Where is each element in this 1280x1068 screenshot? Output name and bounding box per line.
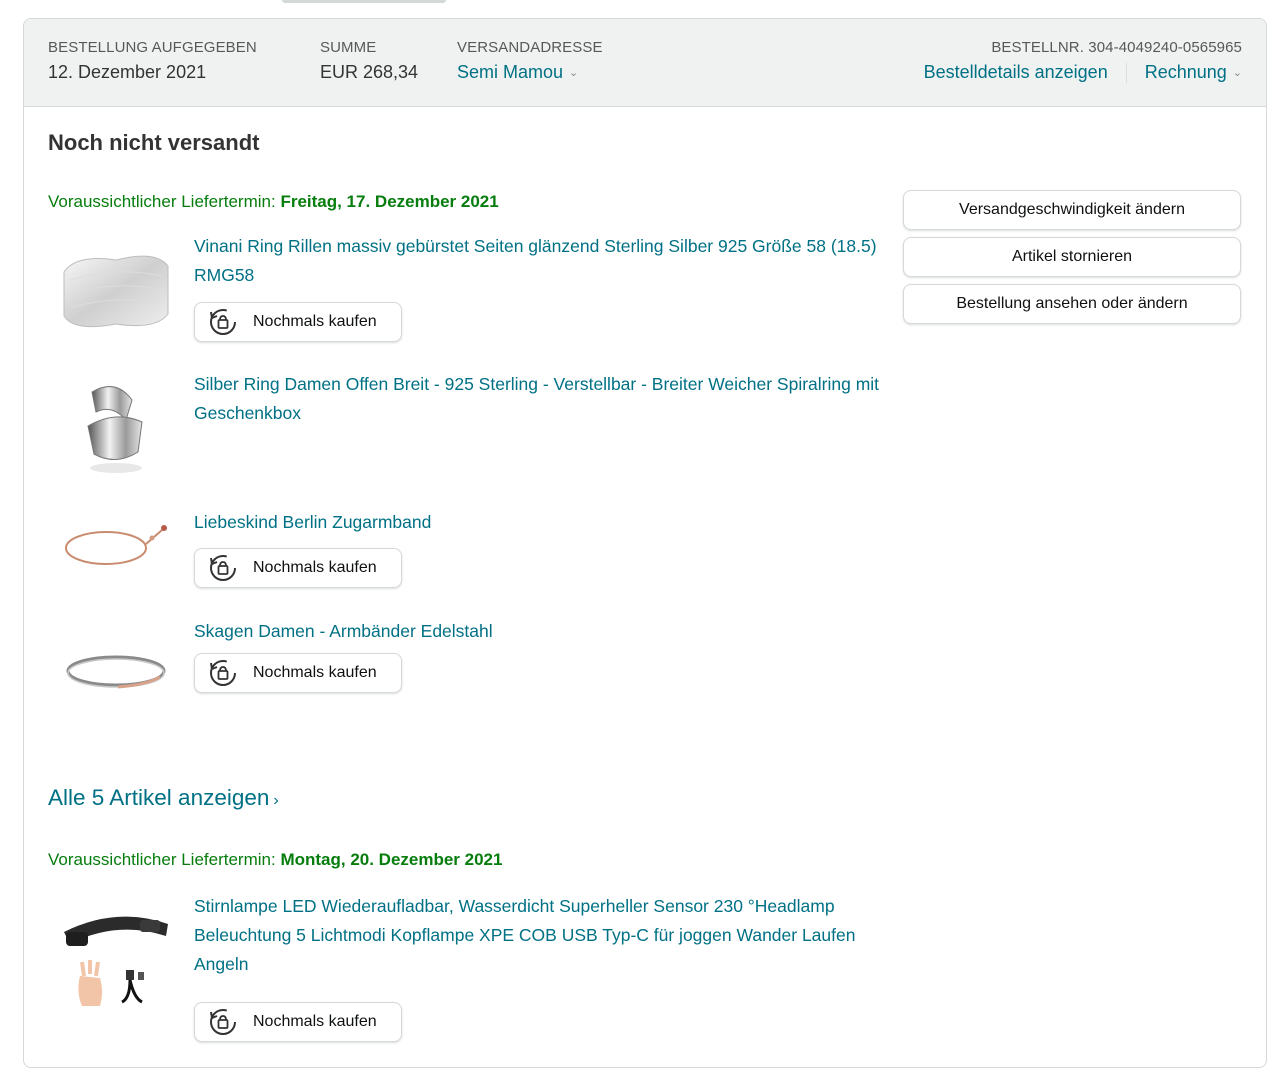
delivery-prefix: Voraussichtlicher Liefertermin: <box>48 192 281 211</box>
buy-again-icon <box>210 555 236 581</box>
ship-to-label: VERSANDADRESSE <box>457 39 603 56</box>
item-title-link[interactable]: Liebeskind Berlin Zugarmband <box>194 508 884 537</box>
shipment-status-title: Noch nicht versandt <box>48 130 260 155</box>
delivery-prefix: Voraussichtlicher Liefertermin: <box>48 850 281 869</box>
order-item: Liebeskind Berlin Zugarmband Nochmals ka… <box>48 508 878 598</box>
order-number-column: BESTELLNR. 304-4049240-0565965 Bestellde… <box>924 39 1242 83</box>
order-item: Vinani Ring Rillen massiv gebürstet Seit… <box>48 232 878 352</box>
change-shipping-speed-button[interactable]: Versandgeschwindigkeit ändern <box>903 190 1241 230</box>
cancel-items-button[interactable]: Artikel stornieren <box>903 237 1241 277</box>
rose-gold-bracelet-image[interactable] <box>56 502 176 582</box>
item-title-link[interactable]: Silber Ring Damen Offen Breit - 925 Ster… <box>194 370 884 428</box>
buy-again-button[interactable]: Nochmals kaufen <box>194 302 402 342</box>
chevron-right-icon: › <box>273 792 279 809</box>
ship-to-name: Semi Mamou <box>457 62 564 82</box>
show-all-items-label: Alle 5 Artikel anzeigen <box>48 785 270 810</box>
buy-again-icon <box>210 660 236 686</box>
order-placed-label: BESTELLUNG AUFGEGEBEN <box>48 39 257 56</box>
order-item: Stirnlampe LED Wiederaufladbar, Wasserdi… <box>48 892 878 1042</box>
buy-again-icon <box>210 1009 236 1035</box>
order-item: Silber Ring Damen Offen Breit - 925 Ster… <box>48 370 879 490</box>
show-all-items-link[interactable]: Alle 5 Artikel anzeigen › <box>48 785 279 811</box>
delivery-date: Montag, 20. Dezember 2021 <box>280 850 503 869</box>
delivery-estimate-2: Voraussichtlicher Liefertermin: Montag, … <box>48 850 502 870</box>
brushed-silver-ring-image[interactable] <box>56 232 176 342</box>
chevron-down-icon: ⌄ <box>1232 67 1242 79</box>
order-actions: Versandgeschwindigkeit ändern Artikel st… <box>903 190 1241 331</box>
order-number: BESTELLNR. 304-4049240-0565965 <box>991 39 1242 56</box>
top-tab-indicator <box>282 0 446 3</box>
headlamp-image[interactable] <box>56 902 176 1022</box>
order-header: BESTELLUNG AUFGEGEBEN 12. Dezember 2021 … <box>24 19 1266 107</box>
buy-again-label: Nochmals kaufen <box>253 1013 377 1030</box>
buy-again-label: Nochmals kaufen <box>253 313 377 330</box>
item-title-link[interactable]: Skagen Damen - Armbänder Edelstahl <box>194 617 884 646</box>
steel-bangle-image[interactable] <box>56 627 176 707</box>
order-total-value: EUR 268,34 <box>320 62 419 82</box>
buy-again-button[interactable]: Nochmals kaufen <box>194 548 402 588</box>
invoice-label: Rechnung <box>1144 62 1227 82</box>
buy-again-label: Nochmals kaufen <box>253 664 377 681</box>
delivery-estimate-1: Voraussichtlicher Liefertermin: Freitag,… <box>48 192 499 212</box>
order-links: Bestelldetails anzeigen Rechnung ⌄ <box>924 62 1242 83</box>
item-title-link[interactable]: Vinani Ring Rillen massiv gebürstet Seit… <box>194 232 884 290</box>
order-total-label: SUMME <box>320 39 377 56</box>
order-placed-column: BESTELLUNG AUFGEGEBEN 12. Dezember 2021 <box>48 39 257 83</box>
link-divider <box>1125 62 1127 83</box>
chevron-down-icon: ⌄ <box>569 67 579 79</box>
ship-to-dropdown[interactable]: Semi Mamou ⌄ <box>457 62 578 83</box>
order-placed-date: 12. Dezember 2021 <box>48 62 207 82</box>
order-card: BESTELLUNG AUFGEGEBEN 12. Dezember 2021 … <box>23 18 1267 1068</box>
order-item: Skagen Damen - Armbänder Edelstahl Nochm… <box>48 617 878 707</box>
buy-again-label: Nochmals kaufen <box>253 559 377 576</box>
buy-again-button[interactable]: Nochmals kaufen <box>194 653 402 693</box>
item-title-link[interactable]: Stirnlampe LED Wiederaufladbar, Wasserdi… <box>194 892 884 979</box>
ship-to-column: VERSANDADRESSE Semi Mamou ⌄ <box>457 39 603 83</box>
buy-again-button[interactable]: Nochmals kaufen <box>194 1002 402 1042</box>
delivery-date: Freitag, 17. Dezember 2021 <box>280 192 499 211</box>
order-details-link[interactable]: Bestelldetails anzeigen <box>924 62 1108 83</box>
view-edit-order-button[interactable]: Bestellung ansehen oder ändern <box>903 284 1241 324</box>
buy-again-icon <box>210 309 236 335</box>
invoice-dropdown[interactable]: Rechnung ⌄ <box>1145 62 1242 83</box>
order-total-column: SUMME EUR 268,34 <box>320 39 418 83</box>
spiral-silver-ring-image[interactable] <box>56 370 176 480</box>
